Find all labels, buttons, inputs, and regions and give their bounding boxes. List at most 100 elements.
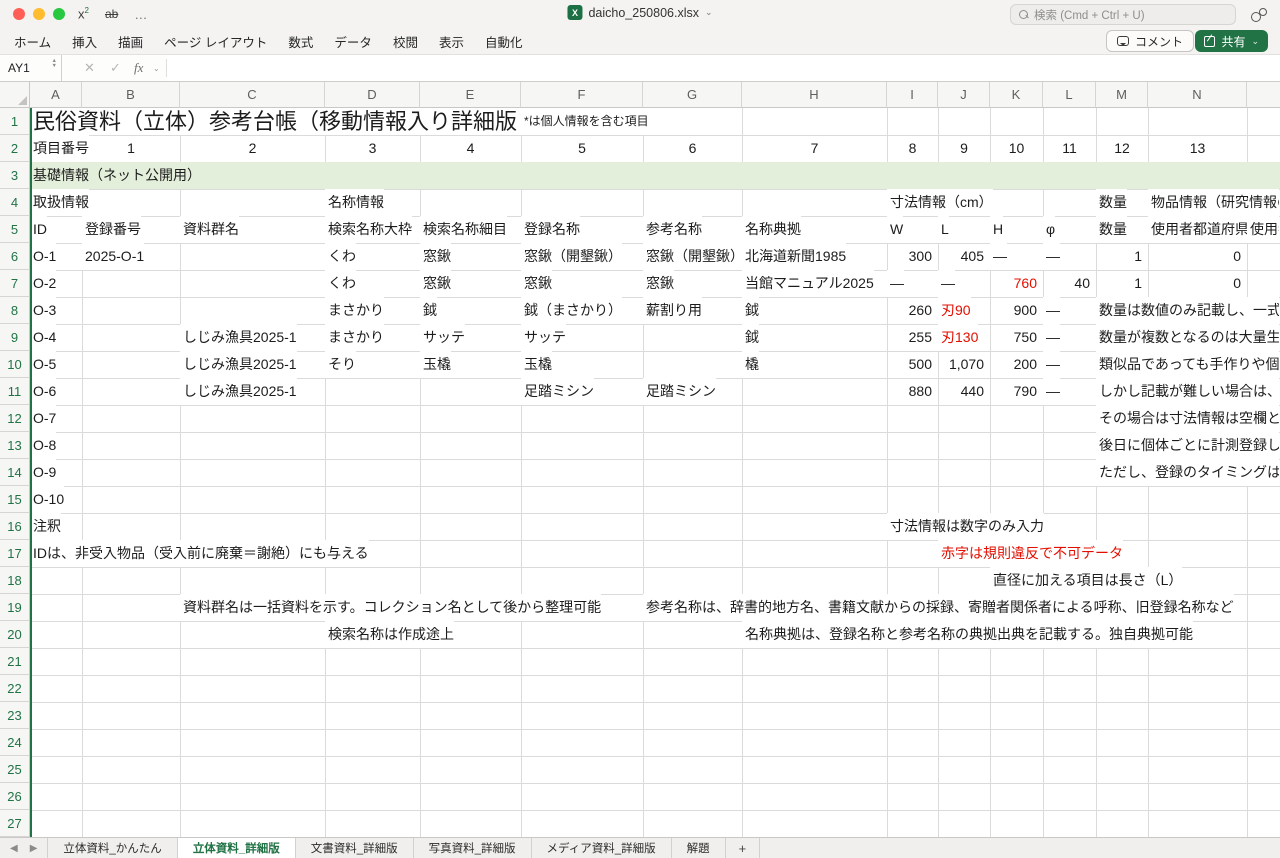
cell-L2[interactable]: 11 (1043, 135, 1096, 162)
cell-C19[interactable]: 資料群名は一括資料を示す。コレクション名として後から整理可能 (180, 594, 601, 621)
row-header-20[interactable]: 20 (0, 621, 30, 648)
row-header-19[interactable]: 19 (0, 594, 30, 621)
cell-L6[interactable]: — (1043, 243, 1060, 270)
cell-I5[interactable]: W (887, 216, 903, 243)
search-input[interactable]: 検索 (Cmd + Ctrl + U) (1010, 4, 1236, 25)
cell-K6[interactable]: — (990, 243, 1007, 270)
grid-corner[interactable] (0, 82, 30, 108)
spreadsheet-grid[interactable]: ABCDEFGHIJKLMN12345678910111213141516171… (0, 82, 1280, 837)
share-button[interactable]: 共有 ⌄ (1195, 30, 1268, 52)
cell-A15[interactable]: O-10 (30, 486, 64, 513)
cell-H5[interactable]: 名称典拠 (742, 216, 801, 243)
cell-J2[interactable]: 9 (938, 135, 990, 162)
cell-E5[interactable]: 検索名称細目 (420, 216, 507, 243)
document-title[interactable]: X daicho_250806.xlsx ⌄ (567, 5, 712, 20)
cell-F2[interactable]: 5 (521, 135, 643, 162)
row-header-18[interactable]: 18 (0, 567, 30, 594)
sheet-tab-立体資料_かんたん[interactable]: 立体資料_かんたん (47, 838, 177, 858)
col-header-C[interactable]: C (180, 82, 325, 108)
cell-G8[interactable]: 薪割り用 (643, 297, 702, 324)
close-window-button[interactable] (13, 8, 25, 20)
col-header-H[interactable]: H (742, 82, 887, 108)
ribbon-tab-ホーム[interactable]: ホーム (14, 32, 51, 51)
row-header-2[interactable]: 2 (0, 135, 30, 162)
ribbon-tab-データ[interactable]: データ (334, 32, 372, 51)
cell-C5[interactable]: 資料群名 (180, 216, 239, 243)
col-header-L[interactable]: L (1043, 82, 1096, 108)
cell-A16[interactable]: 注釈 (30, 513, 61, 540)
cell-J7[interactable]: — (938, 270, 955, 297)
row-header-3[interactable]: 3 (0, 162, 30, 189)
cell-A9[interactable]: O-4 (30, 324, 56, 351)
cell-K9[interactable]: 750 (992, 324, 1037, 351)
col-header-E[interactable]: E (420, 82, 521, 108)
col-header-N[interactable]: N (1148, 82, 1247, 108)
cell-I8[interactable]: 260 (889, 297, 932, 324)
cell-I7[interactable]: — (887, 270, 904, 297)
row-header-9[interactable]: 9 (0, 324, 30, 351)
cell-H9[interactable]: 鉞 (742, 324, 759, 351)
cell-M14[interactable]: ただし、登録のタイミングは館の (1096, 459, 1279, 486)
row-header-6[interactable]: 6 (0, 243, 30, 270)
cell-F7[interactable]: 窓鍬 (521, 270, 552, 297)
cell-C11[interactable]: しじみ漁具2025-1 (180, 378, 297, 405)
row-header-21[interactable]: 21 (0, 648, 30, 675)
cell-K2[interactable]: 10 (990, 135, 1043, 162)
col-header-O[interactable] (1247, 82, 1280, 108)
sheet-tab-文書資料_詳細版[interactable]: 文書資料_詳細版 (296, 838, 414, 858)
cell-L11[interactable]: — (1043, 378, 1060, 405)
cell-H8[interactable]: 鉞 (742, 297, 759, 324)
cell-L8[interactable]: — (1043, 297, 1060, 324)
cell-G11[interactable]: 足踏ミシン (643, 378, 716, 405)
cell-F9[interactable]: サッテ (521, 324, 566, 351)
cell-I11[interactable]: 880 (889, 378, 932, 405)
cell-K11[interactable]: 790 (992, 378, 1037, 405)
cell-M9[interactable]: 数量が複数となるのは大量生産品 (1096, 324, 1279, 351)
sheet-tab-解題[interactable]: 解題 (672, 838, 726, 858)
cell-A17[interactable]: IDは、非受入物品（受入前に廃棄＝謝絶）にも与える (30, 540, 369, 567)
row-header-12[interactable]: 12 (0, 405, 30, 432)
row-header-13[interactable]: 13 (0, 432, 30, 459)
cell-K8[interactable]: 900 (992, 297, 1037, 324)
cell-E8[interactable]: 鉞 (420, 297, 437, 324)
cell-I9[interactable]: 255 (889, 324, 932, 351)
sheet-tabs-prev-icon[interactable]: ◀ (10, 843, 18, 854)
cell-H10[interactable]: 橇 (742, 351, 759, 378)
superscript-icon[interactable]: x2 (78, 6, 89, 21)
insert-function-icon[interactable]: fx (134, 55, 143, 81)
cell-M4[interactable]: 数量 (1096, 189, 1127, 216)
cell-D4[interactable]: 名称情報 (325, 189, 384, 216)
cell-B6[interactable]: 2025-O-1 (82, 243, 144, 270)
cell-M7[interactable]: 1 (1098, 270, 1142, 297)
cell-D10[interactable]: そり (325, 351, 356, 378)
cell-A12[interactable]: O-7 (30, 405, 56, 432)
sheet-tab-立体資料_詳細版[interactable]: 立体資料_詳細版 (178, 838, 296, 858)
sheet-tabs-next-icon[interactable]: ▶ (30, 843, 38, 854)
row-header-26[interactable]: 26 (0, 783, 30, 810)
cell-G7[interactable]: 窓鍬 (643, 270, 674, 297)
comments-button[interactable]: コメント (1106, 30, 1194, 52)
confirm-entry-icon[interactable]: ✓ (110, 55, 121, 81)
cell-O5[interactable]: 使用者市 (1247, 216, 1279, 243)
row-header-22[interactable]: 22 (0, 675, 30, 702)
row-header-1[interactable]: 1 (0, 108, 30, 135)
cell-M11[interactable]: しかし記載が難しい場合は、個体 (1096, 378, 1279, 405)
formula-bar-chevron-icon[interactable]: ⌄ (153, 55, 160, 81)
ribbon-tab-自動化[interactable]: 自動化 (485, 32, 523, 51)
row-header-25[interactable]: 25 (0, 756, 30, 783)
row-header-23[interactable]: 23 (0, 702, 30, 729)
cell-G19[interactable]: 参考名称は、辞書的地方名、書籍文献からの採録、寄贈者関係者による呼称、旧登録名称… (643, 594, 1234, 621)
cell-F11[interactable]: 足踏ミシン (521, 378, 594, 405)
cell-I4[interactable]: 寸法情報（cm） (887, 189, 993, 216)
cell-N7[interactable]: 0 (1150, 270, 1241, 297)
cell-G2[interactable]: 6 (643, 135, 742, 162)
col-header-K[interactable]: K (990, 82, 1043, 108)
cell-A3[interactable]: 基礎情報（ネット公開用） (30, 162, 201, 189)
cell-B2[interactable]: 1 (82, 135, 180, 162)
minimize-window-button[interactable] (33, 8, 45, 20)
cell-J6[interactable]: 405 (940, 243, 984, 270)
col-header-G[interactable]: G (643, 82, 742, 108)
cell-G5[interactable]: 参考名称 (643, 216, 702, 243)
row-header-14[interactable]: 14 (0, 459, 30, 486)
cell-N5[interactable]: 使用者都道府県 (1148, 216, 1249, 243)
